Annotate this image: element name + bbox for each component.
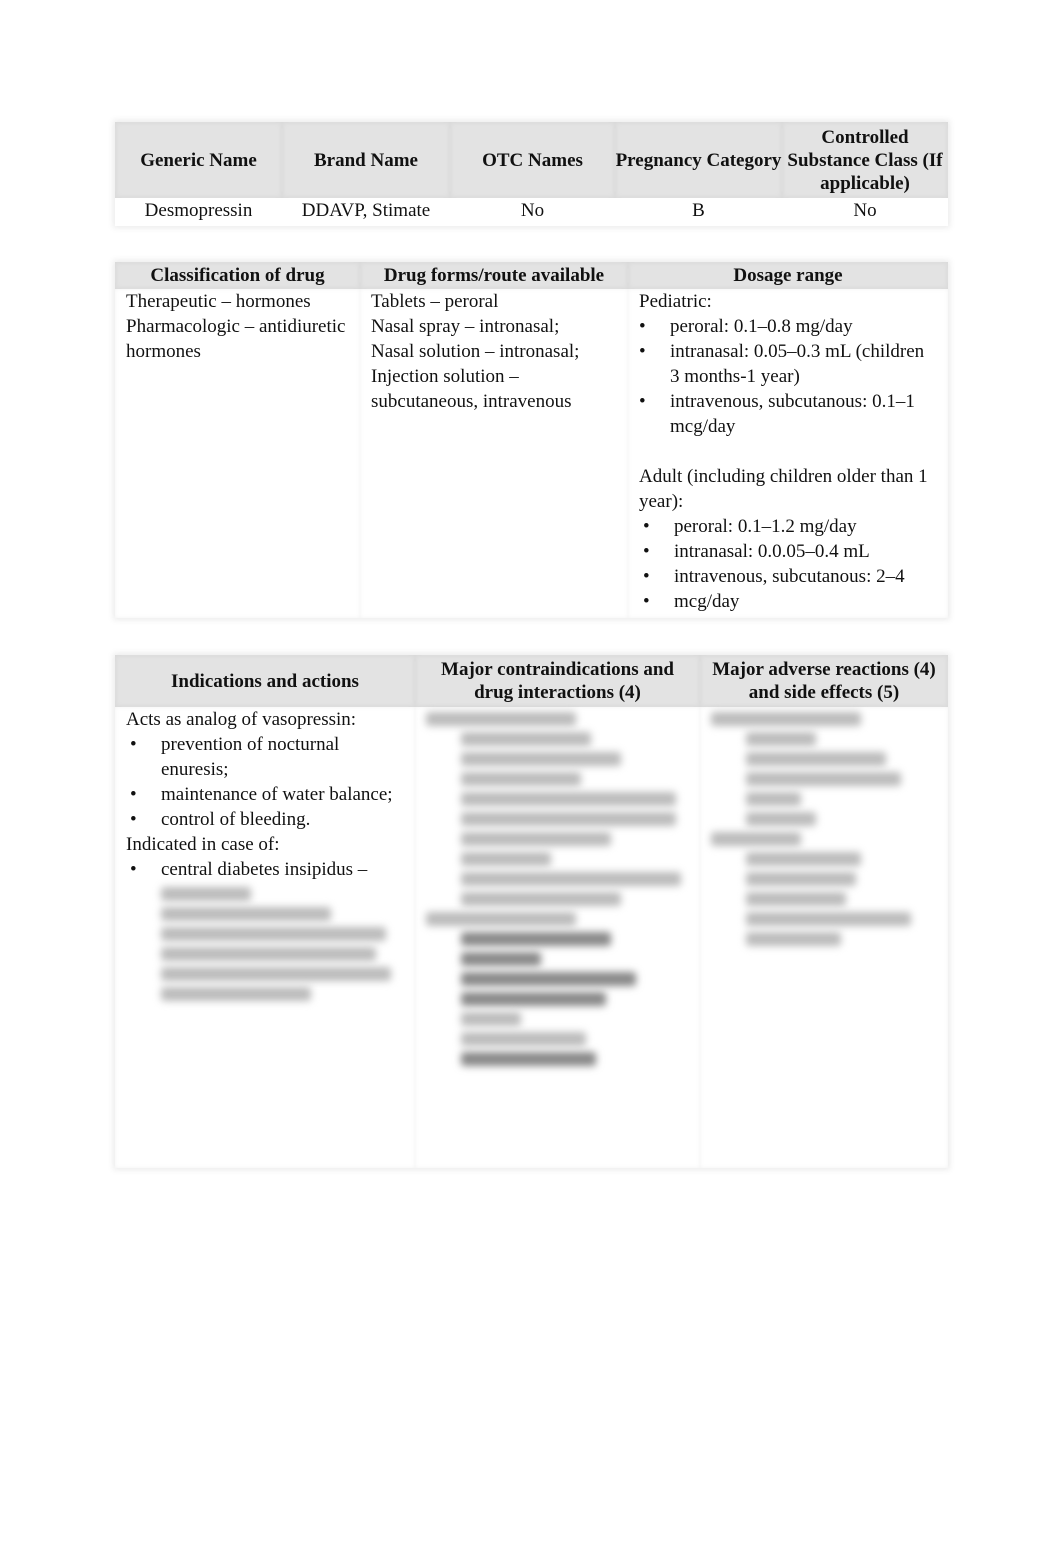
header-classification: Classification of drug (115, 262, 360, 289)
list-item: peroral: 0.1–1.2 mg/day (643, 514, 937, 539)
adult-label: Adult (including children older than 1 y… (639, 466, 928, 512)
header-adverse-reactions: Major adverse reactions (4) and side eff… (700, 655, 948, 707)
indicated-label: Indicated in case of: (126, 834, 280, 855)
brand-name: DDAVP, Stimate (301, 200, 431, 221)
header-dosage: Dosage range (628, 262, 948, 289)
header-indications: Indications and actions (115, 655, 415, 707)
form-item: Injection solution – subcutaneous, intra… (371, 366, 572, 412)
list-item: peroral: 0.1–0.8 mg/day (639, 314, 937, 339)
drug-names-table: Generic Name Brand Name OTC Names Pregna… (115, 122, 948, 226)
list-item: intravenous, subcutanous: 2–4 (643, 564, 937, 589)
header-controlled-substance: Controlled Substance Class (If applicabl… (782, 122, 948, 198)
contraindications-cell (415, 707, 700, 1168)
form-item: Tablets – peroral (371, 291, 499, 312)
header-otc-names: OTC Names (450, 122, 615, 198)
blurred-content (711, 712, 937, 946)
header-contraindications: Major contraindications and drug interac… (415, 655, 700, 707)
header-generic-name: Generic Name (115, 122, 282, 198)
list-item: mcg/day (643, 589, 937, 614)
indications-cell: Acts as analog of vasopressin: preventio… (115, 707, 415, 1168)
list-item: intravenous, subcutanous: 0.1–1 mcg/day (639, 389, 937, 439)
classification-cell: Therapeutic – hormones Pharmacologic – a… (115, 289, 360, 618)
blurred-content (426, 712, 689, 1066)
list-item: prevention of nocturnal enuresis; (130, 732, 404, 782)
list-item: maintenance of water balance; (130, 782, 404, 807)
list-item: intranasal: 0.0.05–0.4 mL (643, 539, 937, 564)
blurred-content (126, 887, 404, 1001)
classification-table: Classification of drug Drug forms/route … (115, 262, 948, 618)
pediatric-label: Pediatric: (639, 291, 712, 312)
header-forms: Drug forms/route available (360, 262, 628, 289)
actions-label: Acts as analog of vasopressin: (126, 709, 357, 730)
adverse-reactions-cell (700, 707, 948, 1168)
list-item: intranasal: 0.05–0.3 mL (children 3 mont… (639, 339, 937, 389)
controlled-class: No (853, 200, 877, 221)
list-item: control of bleeding. (130, 807, 404, 832)
pregnancy-category: B (692, 200, 705, 221)
forms-cell: Tablets – peroral Nasal spray – intronas… (360, 289, 628, 618)
dosage-cell: Pediatric: peroral: 0.1–0.8 mg/day intra… (628, 289, 948, 618)
otc-names: No (520, 200, 545, 221)
therapeutic-class: Therapeutic – hormones (126, 291, 311, 312)
header-pregnancy-category: Pregnancy Category (615, 122, 782, 198)
generic-name: Desmopressin (144, 200, 253, 221)
form-item: Nasal spray – intronasal; (371, 316, 560, 337)
list-item: central diabetes insipidus – (130, 857, 404, 882)
indications-table: Indications and actions Major contraindi… (115, 655, 948, 1168)
header-brand-name: Brand Name (282, 122, 450, 198)
pharmacologic-class: Pharmacologic – antidiuretic hormones (126, 316, 346, 362)
form-item: Nasal solution – intronasal; (371, 341, 580, 362)
